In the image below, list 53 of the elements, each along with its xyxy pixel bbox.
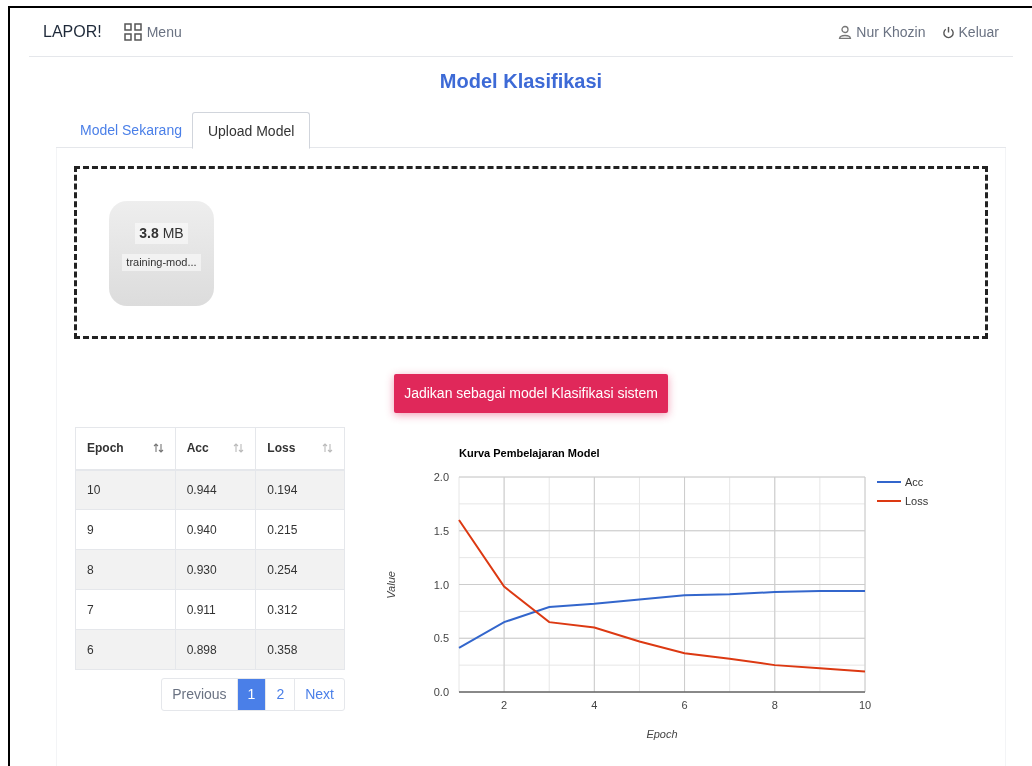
table-cell: 9 <box>75 509 176 550</box>
y-tick-label: 2.0 <box>433 471 449 483</box>
table-cell: 0.898 <box>175 629 256 670</box>
table-cell: 6 <box>75 629 176 670</box>
table-cell: 8 <box>75 549 176 590</box>
page-link[interactable]: 1 <box>236 678 267 711</box>
x-tick-label: 6 <box>681 699 688 711</box>
user-link[interactable]: Nur Khozin <box>838 21 926 43</box>
table-cell: 7 <box>75 589 176 630</box>
submit-button[interactable]: Jadikan sebagai model Klasifikasi sistem <box>394 374 668 413</box>
logout-link[interactable]: Keluar <box>941 21 999 43</box>
legend-label: Acc <box>905 476 924 488</box>
table-cell: 0.215 <box>255 509 345 550</box>
dropzone[interactable]: 3.8 MB training-mod... <box>74 166 988 339</box>
tab[interactable]: Model Sekarang <box>70 112 192 148</box>
sort-icon[interactable] <box>233 443 245 454</box>
table-cell: 0.358 <box>255 629 345 670</box>
table-cell: 0.254 <box>255 549 345 590</box>
tab[interactable]: Upload Model <box>191 112 311 149</box>
table-cell: 0.194 <box>255 469 345 510</box>
page-link[interactable]: 2 <box>265 678 296 711</box>
file-size: 3.8 MB <box>135 223 188 244</box>
page-link[interactable]: Next <box>294 678 345 711</box>
table-cell: 0.911 <box>175 589 256 630</box>
user-icon <box>838 25 853 39</box>
grid-icon <box>123 23 142 41</box>
page-title: Model Klasifikasi <box>438 69 604 94</box>
power-icon <box>941 25 955 39</box>
y-axis-label: Value <box>385 571 397 599</box>
column-header[interactable]: Acc <box>186 439 209 458</box>
legend-label: Loss <box>905 495 929 507</box>
table-cell: 0.944 <box>175 469 256 510</box>
x-tick-label: 8 <box>771 699 778 711</box>
table-cell: 10 <box>75 469 176 510</box>
x-axis-label: Epoch <box>646 728 678 740</box>
file-name: training-mod... <box>122 254 201 271</box>
x-tick-label: 10 <box>858 699 872 711</box>
y-tick-label: 1.5 <box>433 524 449 537</box>
table-cell: 0.930 <box>175 549 256 590</box>
y-tick-label: 0.0 <box>433 686 449 698</box>
menu-link[interactable]: Menu <box>123 21 182 43</box>
sort-icon[interactable] <box>322 443 333 454</box>
column-header[interactable]: Epoch <box>87 439 124 458</box>
x-tick-label: 2 <box>501 699 508 711</box>
y-tick-label: 1.0 <box>433 578 449 591</box>
table-cell: 0.312 <box>255 589 345 630</box>
x-tick-label: 4 <box>591 699 598 711</box>
column-header[interactable]: Loss <box>267 439 296 458</box>
y-tick-label: 0.5 <box>433 632 449 645</box>
table-cell: 0.940 <box>175 509 256 550</box>
sort-icon[interactable] <box>152 443 164 454</box>
brand-title[interactable]: LAPOR! <box>43 20 102 44</box>
chart-title: Kurva Pembelajaran Model <box>459 447 600 459</box>
